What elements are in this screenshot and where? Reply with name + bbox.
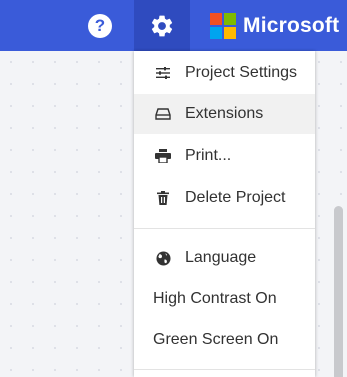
microsoft-logo-icon xyxy=(210,13,236,39)
menu-item-green-screen[interactable]: Green Screen On xyxy=(134,320,315,360)
menu-divider xyxy=(134,369,315,370)
trash-icon xyxy=(153,188,173,208)
menu-item-delete-project[interactable]: Delete Project xyxy=(134,178,315,218)
menu-item-label: Project Settings xyxy=(185,64,298,81)
scroll-thumb[interactable] xyxy=(334,206,343,377)
help-button[interactable]: ? xyxy=(88,14,112,38)
globe-icon xyxy=(153,248,173,268)
help-icon: ? xyxy=(94,16,106,35)
menu-item-label: Language xyxy=(185,249,257,266)
menu-item-label: Green Screen On xyxy=(153,331,279,348)
menu-item-project-settings[interactable]: Project Settings xyxy=(134,53,315,93)
settings-button[interactable] xyxy=(134,0,190,51)
menu-item-label: High Contrast On xyxy=(153,290,277,307)
menu-item-print[interactable]: Print... xyxy=(134,136,315,176)
workspace-scrollbar[interactable] xyxy=(330,51,344,377)
sliders-icon xyxy=(153,63,173,83)
brand-name: Microsoft xyxy=(243,14,340,37)
microsoft-logo[interactable]: Microsoft xyxy=(210,13,340,39)
menu-item-label: Print... xyxy=(185,147,232,164)
printer-icon xyxy=(153,146,173,166)
menu-item-label: Extensions xyxy=(185,105,264,122)
menu-item-extensions[interactable]: Extensions xyxy=(134,94,315,134)
gear-icon xyxy=(151,15,173,37)
settings-menu: Project Settings Extensions Print... Del… xyxy=(134,51,315,377)
drive-icon xyxy=(153,104,173,124)
menu-item-label: Delete Project xyxy=(185,189,286,206)
menu-item-high-contrast[interactable]: High Contrast On xyxy=(134,279,315,319)
top-toolbar: ? Microsoft xyxy=(0,0,347,51)
menu-divider xyxy=(134,228,315,229)
menu-item-language[interactable]: Language xyxy=(134,238,315,278)
